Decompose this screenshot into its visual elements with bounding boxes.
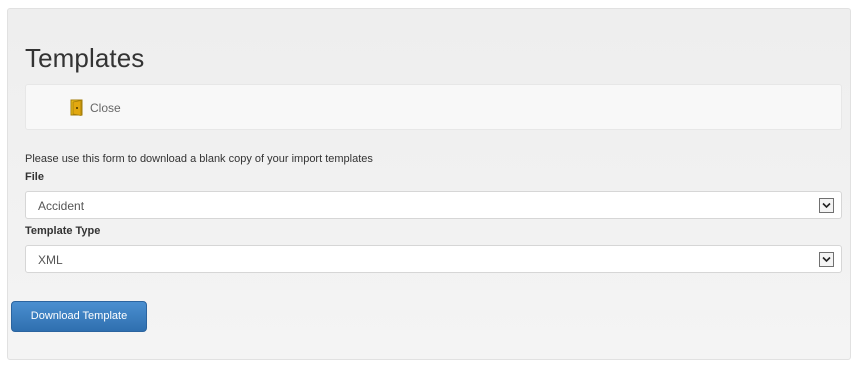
template-type-select-value: XML xyxy=(38,253,63,267)
template-type-select[interactable]: XML xyxy=(25,245,842,273)
page-title: Templates xyxy=(25,43,145,73)
form-instructions: Please use this form to download a blank… xyxy=(25,153,373,165)
file-select-value: Accident xyxy=(38,199,85,213)
chevron-down-icon[interactable] xyxy=(819,198,834,213)
close-label: Close xyxy=(90,101,121,115)
file-select[interactable]: Accident xyxy=(25,191,842,219)
templates-panel: Templates Close Please use this form to … xyxy=(7,8,851,360)
template-type-label: Template Type xyxy=(25,225,101,237)
file-label: File xyxy=(25,171,44,183)
download-template-button[interactable]: Download Template xyxy=(11,301,147,332)
toolbar: Close xyxy=(25,84,842,130)
exit-door-icon xyxy=(70,99,84,117)
chevron-down-icon[interactable] xyxy=(819,252,834,267)
close-button[interactable]: Close xyxy=(70,99,121,117)
